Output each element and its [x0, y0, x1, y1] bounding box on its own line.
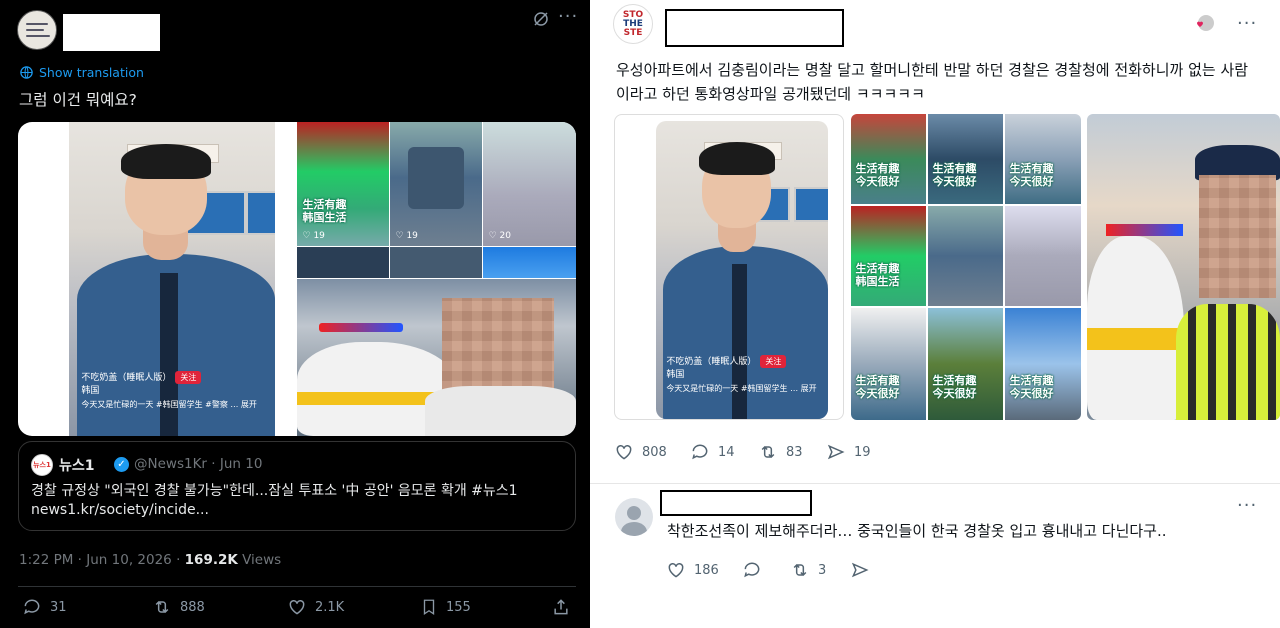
quoted-author-name[interactable]: 뉴스1	[59, 455, 95, 475]
media-tile[interactable]: ♡ 19	[390, 122, 482, 246]
repost-button[interactable]: 888	[152, 597, 205, 617]
media-tile[interactable]: 生活有趣 今天很好	[928, 114, 1003, 204]
media-tile[interactable]: 生活有趣 今天很好	[1005, 308, 1081, 420]
repost-icon	[155, 600, 169, 614]
media-tile[interactable]: 生活有趣 今天很好	[851, 308, 926, 420]
grok-icon[interactable]	[532, 10, 550, 28]
post-text: 그럼 이건 뭐예요?	[19, 91, 137, 109]
media-tile[interactable]: 生活有趣 今天很好	[1005, 114, 1081, 204]
right-post-panel: STO THE STE ··· 우성아파트에서 김충림이라는 명찰 달고 할머니…	[590, 0, 1280, 628]
quoted-post-text: 경찰 규정상 "외국인 경찰 불가능"한데...잠실 투표소 '中 공안' 음모…	[31, 483, 518, 499]
heart-icon	[668, 562, 684, 578]
reply-icon	[692, 444, 708, 460]
send-button[interactable]	[850, 560, 870, 580]
post-text: 우성아파트에서 김충림이라는 명찰 달고 할머니한테 반말 하던 경찰은 경찰청…	[616, 61, 1249, 103]
reply-button[interactable]: 31	[22, 597, 67, 617]
share-button[interactable]	[551, 597, 571, 617]
more-options-icon[interactable]: ···	[1237, 15, 1257, 33]
media-tile[interactable]: 生活有趣 韩国生活 ♡ 19	[297, 122, 389, 246]
post-media[interactable]: 흥 뜻 不吃奶盖（睡眠人版）关注 韩国 今天又是忙碌的一天 #韩国留学生 #警察…	[18, 122, 576, 436]
repost-button[interactable]: 83	[758, 442, 803, 462]
media-image-police-car[interactable]	[1087, 114, 1280, 420]
like-button[interactable]: 186	[666, 560, 719, 580]
like-button[interactable]: 808	[614, 442, 667, 462]
repost-button[interactable]: 3	[790, 560, 826, 580]
more-options-icon[interactable]: ···	[558, 8, 578, 26]
post-meta: 1:22 PM · Jun 10, 2026 · 169.2K Views	[19, 552, 282, 568]
post-media[interactable]: 흥 뜻 不吃奶盖（睡眠人版）关注 韩国 今天又是忙碌的一天 #韩国留学生 … 展…	[614, 114, 1280, 420]
blurred-face	[1198, 175, 1277, 298]
views-button[interactable]: 19	[826, 442, 871, 462]
like-button[interactable]: 2.1K	[287, 597, 344, 617]
more-options-icon[interactable]: ···	[1237, 497, 1257, 515]
heart-icon	[289, 599, 305, 615]
repost-icon	[761, 445, 775, 459]
send-icon	[827, 444, 845, 460]
media-tile[interactable]	[390, 247, 482, 278]
heart-icon	[616, 444, 632, 460]
left-post-panel: ··· Show translation 그럼 이건 뭐예요? 흥 뜻 不吃奶盖…	[0, 0, 590, 628]
media-tile[interactable]: 生活有趣 今天很好	[851, 114, 926, 204]
post-actions: 31 888 2.1K 155	[0, 597, 590, 623]
media-tile[interactable]	[1005, 206, 1081, 306]
divider	[18, 586, 576, 587]
video-caption: 不吃奶盖（睡眠人版） 关注 韩国 今天又是忙碌的一天 #韩国留学生 … 展开	[666, 355, 817, 394]
media-tile[interactable]: 生活有趣 韩国生活	[851, 206, 926, 306]
media-collage[interactable]: 生活有趣 今天很好 生活有趣 今天很好 生活有趣 今天很好 生活有趣 韩国生活 …	[851, 114, 1081, 420]
repost-icon	[793, 563, 807, 577]
video-caption: 不吃奶盖（睡眠人版） 关注 韩国 今天又是忙碌的一天 #韩国留学生 #警察 … 展…	[81, 370, 257, 409]
reply-icon	[744, 562, 760, 578]
translate-icon	[20, 66, 33, 79]
heart-icon	[1197, 21, 1203, 27]
bookmark-icon	[423, 599, 435, 616]
media-tile[interactable]: 生活有趣 今天很好	[928, 308, 1003, 420]
verified-badge-icon: ✓	[114, 457, 129, 472]
redacted-username	[660, 490, 812, 516]
avatar[interactable]	[17, 10, 57, 50]
reply-avatar[interactable]	[615, 498, 653, 536]
send-icon	[851, 562, 869, 578]
avatar[interactable]: STO THE STE	[613, 4, 653, 44]
media-card[interactable]: 흥 뜻 不吃奶盖（睡眠人版）关注 韩国 今天又是忙碌的一天 #韩国留学生 … 展…	[614, 114, 844, 420]
divider	[590, 483, 1280, 484]
media-image-police-car[interactable]	[297, 279, 576, 436]
media-tile[interactable]	[483, 247, 576, 278]
tile-caption: 生活有趣 韩国生活	[302, 197, 347, 224]
media-tile[interactable]	[928, 206, 1003, 306]
reply-icon	[24, 599, 40, 615]
news1-logo: 뉴스1	[31, 454, 53, 476]
show-translation-link[interactable]: Show translation	[19, 65, 144, 80]
reply-text: 착한조선족이 제보해주더라… 중국인들이 한국 경찰옷 입고 흉내내고 다닌다구…	[667, 522, 1167, 540]
reply-button[interactable]: 14	[690, 442, 735, 462]
quoted-post-link[interactable]: news1.kr/society/incide...	[31, 502, 209, 518]
media-tile[interactable]	[297, 247, 389, 278]
share-icon	[554, 599, 568, 615]
media-tile[interactable]: ♡ 20	[483, 122, 576, 246]
media-video-thumbnail[interactable]: 흥 뜻 不吃奶盖（睡眠人版）关注 韩国 今天又是忙碌的一天 #韩国留学生 … 展…	[656, 121, 828, 419]
reply-button[interactable]	[742, 560, 770, 580]
redacted-username	[665, 9, 844, 47]
quoted-post[interactable]: 뉴스1 뉴스1 ✓ @News1Kr · Jun 10 경찰 규정상 "외국인 …	[18, 441, 576, 531]
redacted-username	[63, 14, 160, 51]
media-video-thumbnail[interactable]: 흥 뜻 不吃奶盖（睡眠人版）关注 韩国 今天又是忙碌的一天 #韩国留学生 #警察…	[69, 122, 275, 436]
translation-label[interactable]: Show translation	[39, 65, 144, 80]
bookmark-button[interactable]: 155	[420, 597, 471, 617]
quoted-author-handle: @News1Kr · Jun 10	[134, 456, 263, 472]
